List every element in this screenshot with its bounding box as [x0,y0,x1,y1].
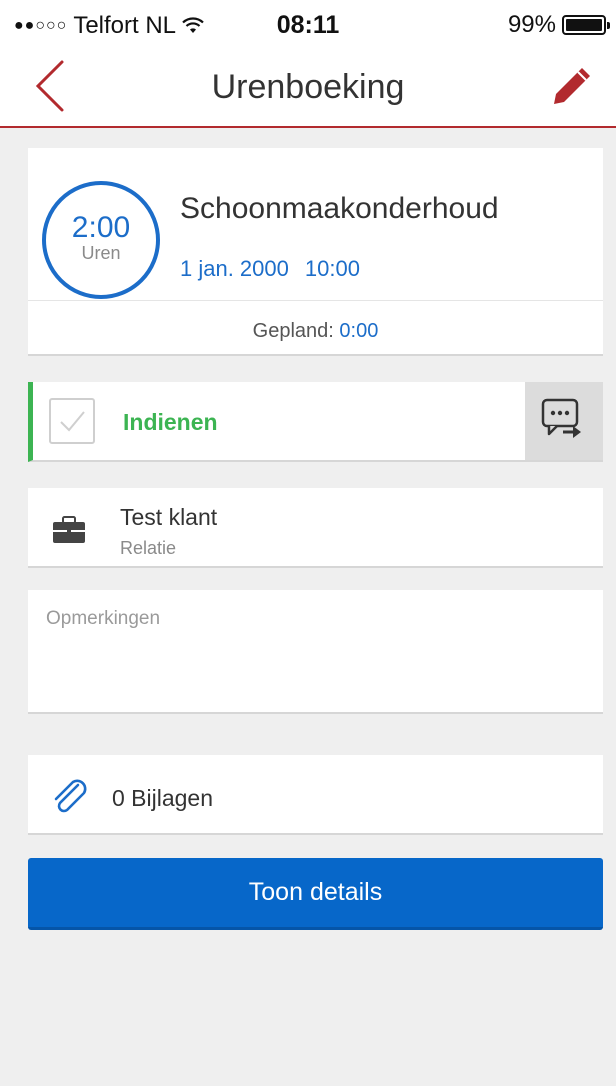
pencil-icon[interactable] [550,64,594,108]
submit-label[interactable]: Indienen [123,409,218,436]
hours-circle: 2:00 Uren [42,181,160,299]
attachments-label: 0 Bijlagen [112,785,214,811]
battery-info: 99% [507,11,610,39]
show-details-button[interactable]: Toon details [28,858,603,930]
battery-percentage: 99% [507,11,556,38]
submit-checkbox[interactable] [49,398,95,444]
briefcase-icon [53,516,85,543]
relation-row[interactable]: Test klant Relatie [28,488,603,568]
submit-row: Indienen [28,382,603,462]
time-entry-card: 2:00 Uren Schoonmaakonderhoud 1 jan. 200… [28,148,603,356]
planned-value: 0:00 [339,320,379,342]
chat-forward-icon [541,398,581,438]
comment-button[interactable] [525,382,603,460]
divider [28,300,603,301]
task-date: 1 jan. 2000 [180,256,289,281]
battery-icon [562,15,610,35]
relation-name: Test klant [120,504,218,530]
task-title: Schoonmaakonderhoud [180,192,499,225]
relation-label: Relatie [120,538,177,558]
attachments-row[interactable]: 0 Bijlagen [28,755,603,835]
planned-hours: Gepland: 0:00 [28,320,603,343]
page-title: Urenboeking [211,68,405,106]
notes-input[interactable] [28,590,603,712]
checkmark-icon [60,411,85,432]
task-time: 10:00 [304,256,360,281]
planned-label: Gepland: [252,320,334,342]
notes-card [28,590,603,714]
status-bar: ●●○○○ Telfort NL 08:11 99% [0,0,616,46]
hours-unit: Uren [81,243,121,263]
paperclip-icon [54,779,87,813]
task-datetime: 1 jan. 2000 10:00 [180,256,360,282]
navigation-bar: Urenboeking [0,46,616,128]
hours-value: 2:00 [71,211,131,244]
